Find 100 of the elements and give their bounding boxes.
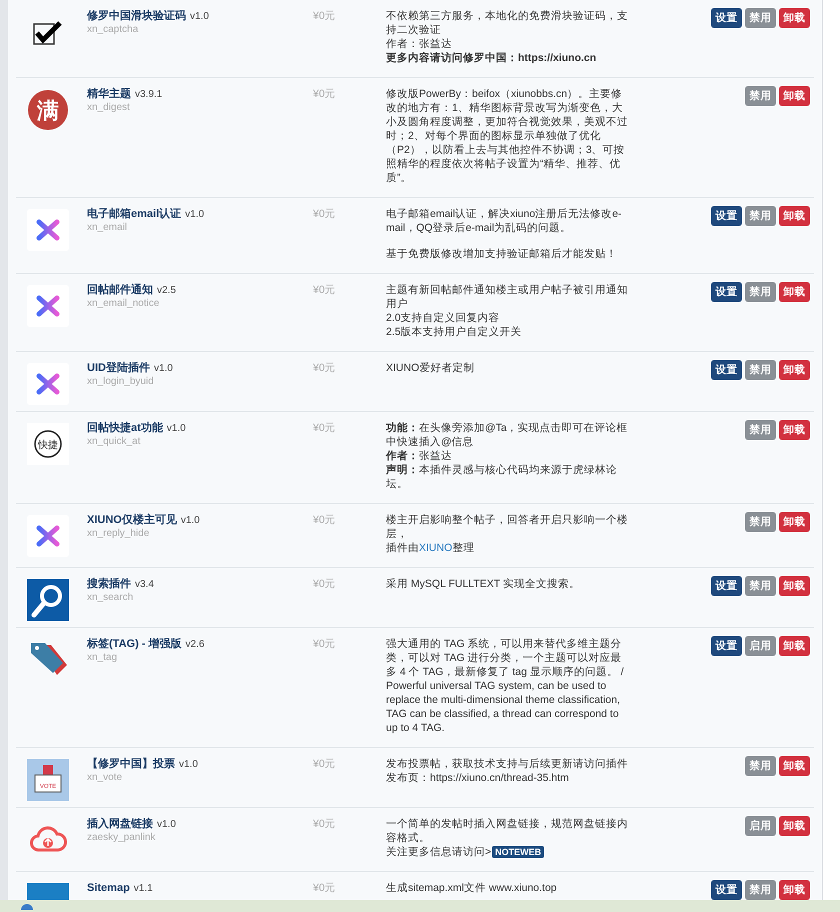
action-button[interactable]: 禁用 [745, 360, 776, 380]
price: ¥0元 [313, 421, 337, 435]
description-text: XIUNO爱好者定制 [386, 361, 476, 375]
action-button[interactable]: 设置 [711, 576, 742, 596]
action-button[interactable]: 设置 [711, 880, 742, 900]
price: ¥0元 [313, 817, 337, 831]
plugin-id: zaesky_panlink [87, 832, 156, 844]
action-button[interactable]: 禁用 [745, 86, 776, 106]
plugin-name: 插入网盘链接 [87, 817, 153, 831]
action-button[interactable]: 禁用 [745, 756, 776, 776]
plugin-version: v2.6 [186, 638, 204, 652]
description-text: 发布投票帖，获取技术支持与后续更新请访问插件 [386, 757, 629, 771]
action-button[interactable]: 禁用 [745, 8, 776, 28]
cross-logo-icon [27, 285, 69, 327]
description-text: 楼主开启影响整个帖子，回答者开启只影响一个楼层， [386, 513, 629, 541]
action-button[interactable]: 启用 [745, 816, 776, 836]
description-text: 2.5版本支持用户自定义开关 [386, 325, 523, 339]
action-button[interactable]: 卸载 [779, 512, 810, 532]
plugin-version: v1.0 [154, 362, 173, 376]
cross-logo-icon [27, 363, 69, 405]
plugin-id: xn_search [87, 592, 134, 604]
plugin-name: 搜索插件 [87, 577, 131, 591]
description-text: 发布页：https://xiuno.cn/thread-35.htm [386, 771, 570, 785]
cross-logo-icon [27, 515, 69, 557]
search-icon [27, 579, 69, 621]
action-button[interactable]: 卸载 [779, 420, 810, 440]
plugin-id: xn_digest [87, 102, 131, 114]
price: ¥0元 [313, 283, 337, 297]
description-text: 作者：张益达 [386, 449, 453, 463]
description-text: 生成sitemap.xml文件 www.xiuno.top [386, 881, 558, 895]
price: ¥0元 [313, 757, 337, 771]
action-button[interactable]: 卸载 [779, 206, 810, 226]
description-text: 关注更多信息请访问> NOTEWEB [386, 845, 630, 859]
plugin-id: xn_login_byuid [87, 376, 155, 388]
price: ¥0元 [313, 361, 337, 375]
action-button[interactable]: 设置 [711, 360, 742, 380]
action-button[interactable]: 禁用 [745, 576, 776, 596]
price: ¥0元 [313, 881, 337, 895]
plugin-name: 回帖邮件通知 [87, 283, 153, 297]
plugin-id: xn_quick_at [87, 436, 142, 448]
app-icon[interactable] [20, 902, 34, 910]
description-text: 作者：张益达 [386, 37, 453, 51]
price: ¥0元 [313, 9, 337, 23]
price: ¥0元 [313, 577, 337, 591]
plugin-id: xn_vote [87, 772, 124, 784]
plugin-id: xn_email [87, 222, 128, 234]
description-text: 一个简单的发帖时插入网盘链接，规范网盘链接内容格式。 [386, 817, 629, 845]
plugin-name: UID登陆插件 [87, 361, 150, 375]
action-button[interactable]: 设置 [711, 206, 742, 226]
link-badge[interactable]: NOTEWEB [492, 846, 544, 858]
plugin-version: v1.0 [166, 422, 186, 436]
description-text: 主题有新回帖邮件通知楼主或用户帖子被引用通知用户 [386, 283, 629, 311]
action-button[interactable]: 禁用 [745, 282, 776, 302]
action-button[interactable]: 卸载 [779, 360, 810, 380]
plugin-name: 标签(TAG) - 增强版 [87, 637, 182, 651]
plugin-id: xn_tag [87, 652, 118, 664]
action-button[interactable]: 禁用 [745, 206, 776, 226]
description-text: 强大通用的 TAG 系统，可以用来替代多维主题分类，可以对 TAG 进行分类，一个主题可以对应最多 4 个 TAG，最新修复了 tag 显示顺序的问题。 / Powerful universal TAG system, can be used to replace the multi-dimensional theme classification, TAG can be classified, a thread can correspond to up to 4 TAG. [386, 637, 625, 735]
description-text: 功能：在头像旁添加@Ta，实现点击即可在评论框中快速插入@信息 [386, 421, 629, 449]
description-text: 不依赖第三方服务，本地化的免费滑块验证码，支持二次验证 [386, 9, 629, 37]
description-text: 更多内容请访问修罗中国：https://xiuno.cn [386, 51, 598, 65]
plugin-name: XIUNO仅楼主可见 [87, 513, 177, 527]
plugin-version: v3.9.1 [135, 88, 162, 102]
action-button[interactable]: 卸载 [779, 756, 810, 776]
action-button[interactable]: 卸载 [779, 86, 810, 106]
description-text: 插件由XIUNO整理 [386, 541, 476, 555]
action-button[interactable]: 禁用 [745, 512, 776, 532]
plugin-version: v1.0 [179, 758, 198, 772]
action-button[interactable]: 卸载 [779, 636, 810, 656]
plugin-version: v3.4 [135, 578, 154, 592]
price: ¥0元 [313, 637, 337, 651]
description-text: 采用 MySQL FULLTEXT 实现全文搜索。 [386, 577, 581, 591]
plugin-id: xn_captcha [87, 24, 140, 36]
plugin-version: v1.0 [180, 514, 200, 528]
action-button[interactable]: 卸载 [779, 8, 810, 28]
action-button[interactable]: 卸载 [779, 816, 810, 836]
plugin-name: 修罗中国滑块验证码 [87, 9, 186, 23]
seal-icon: 满 [27, 89, 69, 131]
description-text: 2.0支持自定义回复内容 [386, 311, 501, 325]
plugin-version: v2.5 [157, 284, 176, 298]
plugin-version: v1.0 [185, 208, 204, 222]
description-text: 声明：本插件灵感与核心代码均来源于虎绿林论坛。 [386, 463, 618, 491]
plugin-id: xn_email_notice [87, 298, 160, 310]
action-button[interactable]: 卸载 [779, 576, 810, 596]
plugin-version: v1.0 [157, 818, 176, 832]
price: ¥0元 [313, 207, 337, 221]
plugin-name: 【修罗中国】投票 [87, 757, 175, 771]
plugin-name: 电子邮箱email认证 [87, 207, 182, 221]
action-button[interactable]: 启用 [745, 636, 776, 656]
description-text: 电子邮箱email认证，解决xiuno注册后无法修改e-mail，QQ登录后e-mail为乱码的问题。 [386, 207, 623, 235]
action-button[interactable]: 卸载 [779, 282, 810, 302]
action-button[interactable]: 禁用 [745, 880, 776, 900]
price: ¥0元 [313, 87, 337, 101]
action-button[interactable]: 设置 [711, 636, 742, 656]
action-button[interactable]: 禁用 [745, 420, 776, 440]
action-button[interactable]: 设置 [711, 8, 742, 28]
link[interactable]: XIUNO [419, 542, 452, 554]
cross-logo-icon [27, 209, 69, 251]
action-button[interactable]: 设置 [711, 282, 742, 302]
action-button[interactable]: 卸载 [779, 880, 810, 900]
